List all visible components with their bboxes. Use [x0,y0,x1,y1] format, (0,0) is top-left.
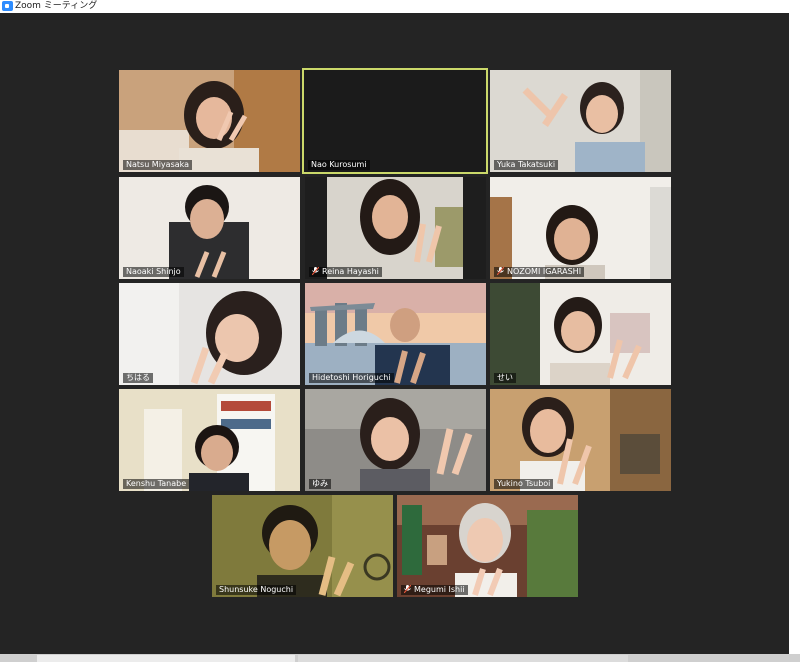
participant-video [397,495,578,597]
participant-video [490,389,671,491]
participant-name-label: ゆみ [309,479,331,489]
video-tile[interactable]: Shunsuke Noguchi [212,495,393,597]
participant-video [490,283,671,385]
participant-name-label: ちはる [123,373,153,383]
participant-name-label: Megumi Ishii [401,585,468,595]
participant-name-label: Hidetoshi Horiguchi [309,373,394,383]
taskbar-app-icons[interactable] [298,655,628,662]
video-tile[interactable]: ゆみ [305,389,486,491]
participant-name-label: NOZOMI IGARASHI [494,267,585,277]
video-tile[interactable]: Yuka Takatsuki [490,70,671,172]
video-tile[interactable]: Hidetoshi Horiguchi [305,283,486,385]
video-tile[interactable]: Kenshu Tanabe [119,389,300,491]
video-tile[interactable]: Reina Hayashi [305,177,486,279]
participant-name-label: Reina Hayashi [309,267,382,277]
participant-video [119,177,300,279]
video-tile[interactable]: NOZOMI IGARASHI [490,177,671,279]
participant-video [119,70,300,172]
participant-name-label: Natsu Miyasaka [123,160,193,170]
participant-name-label: Yukino Tsuboi [494,479,554,489]
participant-video [305,389,486,491]
video-tile[interactable]: Megumi Ishii [397,495,578,597]
taskbar-search-box[interactable] [37,655,295,662]
participant-video [490,70,671,172]
video-tile[interactable]: Naoaki Shinjo [119,177,300,279]
video-tile[interactable]: Yukino Tsuboi [490,389,671,491]
zoom-logo-icon [2,1,13,11]
video-tile[interactable]: ちはる [119,283,300,385]
participant-video [119,283,300,385]
participant-video [305,283,486,385]
participant-name-label: せい [494,373,516,383]
window-edge [789,13,800,654]
video-tile[interactable]: Natsu Miyasaka [119,70,300,172]
muted-mic-icon [404,585,411,593]
participant-name-label: Nao Kurosumi [308,160,370,170]
participant-name-label: Shunsuke Noguchi [216,585,297,595]
participant-video [212,495,393,597]
muted-mic-icon [497,267,504,275]
video-tile-active-speaker[interactable]: Nao Kurosumi [302,68,488,174]
window-title: Zoom ミーティング [15,1,98,11]
participant-video [119,389,300,491]
participant-video [490,177,671,279]
participant-video [305,177,486,279]
video-tile[interactable]: せい [490,283,671,385]
window-titlebar: Zoom ミーティング [0,0,800,13]
participant-name-label: Naoaki Shinjo [123,267,184,277]
participant-name-label: Kenshu Tanabe [123,479,190,489]
muted-mic-icon [312,267,319,275]
participant-name-label: Yuka Takatsuki [494,160,559,170]
